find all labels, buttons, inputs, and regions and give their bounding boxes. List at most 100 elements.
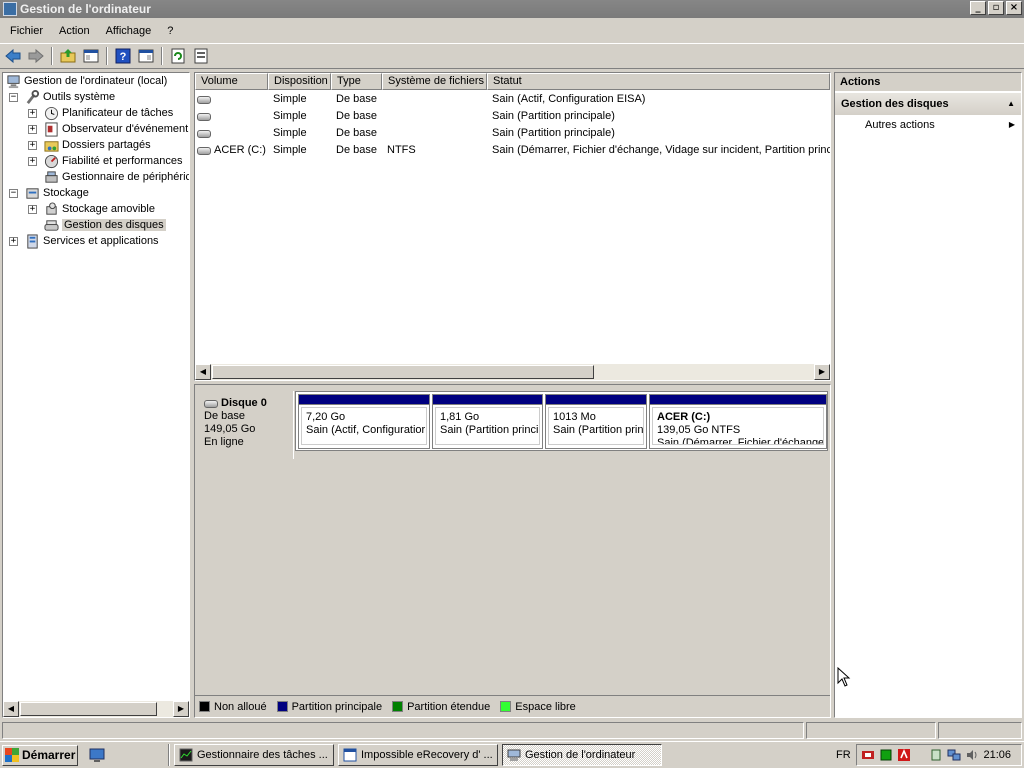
menu-view[interactable]: Affichage xyxy=(98,25,160,37)
tree-item-device-manager[interactable]: Gestionnaire de périphéric xyxy=(43,169,189,185)
expand-icon[interactable]: + xyxy=(28,108,37,118)
tree-item-reliability[interactable]: + Fiabilité et performances xyxy=(28,153,182,169)
toolbar-separator xyxy=(51,47,53,65)
close-button[interactable]: × xyxy=(1006,1,1022,15)
more-actions-label: Autres actions xyxy=(865,119,935,131)
console-tree[interactable]: Gestion de l'ordinateur (local) − Outils… xyxy=(2,72,190,718)
more-actions-item[interactable]: Autres actions ▶ xyxy=(835,115,1021,135)
status-panel xyxy=(2,722,804,739)
network-icon[interactable] xyxy=(947,748,961,762)
volume-row[interactable]: Simple De base Sain (Partition principal… xyxy=(195,108,830,125)
volume-list-scrollbar[interactable]: ◀ ▶ xyxy=(195,364,830,380)
volume-row[interactable]: Simple De base Sain (Actif, Configuratio… xyxy=(195,91,830,108)
legend-label: Partition étendue xyxy=(407,700,491,713)
volume-cell xyxy=(195,91,268,108)
disk-info-card[interactable]: Disque 0 De base 149,05 Go En ligne xyxy=(198,391,294,459)
event-log-icon xyxy=(43,121,59,137)
safely-remove-hardware-icon[interactable] xyxy=(929,748,943,762)
help-icon[interactable]: ? xyxy=(113,46,133,66)
tree-item-removable-storage[interactable]: + Stockage amovible xyxy=(28,201,155,217)
start-button[interactable]: Démarrer xyxy=(2,744,78,766)
volume-speaker-icon[interactable] xyxy=(965,748,979,762)
services-icon xyxy=(24,233,40,249)
export-icon[interactable] xyxy=(191,46,211,66)
tree-root[interactable]: Gestion de l'ordinateur (local) xyxy=(5,73,167,89)
partition-legend: Non alloué Partition principale Partitio… xyxy=(195,695,830,717)
clock-icon xyxy=(43,105,59,121)
expand-icon[interactable]: + xyxy=(28,140,37,150)
tree-item-storage[interactable]: − Stockage xyxy=(9,185,89,201)
legend-swatch xyxy=(199,701,210,712)
partition-block[interactable]: ACER (C:) 139,05 Go NTFS Sain (Démarrer,… xyxy=(649,394,827,449)
show-hide-tree-icon[interactable] xyxy=(81,46,101,66)
tree-label: Dossiers partagés xyxy=(62,139,151,151)
refresh-icon[interactable] xyxy=(168,46,188,66)
column-volume[interactable]: Volume xyxy=(195,73,268,90)
tree-item-services[interactable]: + Services et applications xyxy=(9,233,159,249)
column-status[interactable]: Statut xyxy=(487,73,830,90)
volume-row[interactable]: Simple De base Sain (Partition principal… xyxy=(195,125,830,142)
antivirus-icon[interactable] xyxy=(897,748,911,762)
column-filesystem[interactable]: Système de fichiers xyxy=(382,73,487,90)
toolbar: ? xyxy=(0,43,1024,69)
forward-arrow-icon[interactable] xyxy=(26,46,46,66)
green-status-icon[interactable] xyxy=(879,748,893,762)
computer-management-icon xyxy=(507,748,521,762)
expand-icon[interactable]: + xyxy=(28,204,37,214)
menu-file[interactable]: Fichier xyxy=(2,25,51,37)
tree-horizontal-scrollbar[interactable]: ◀ ▶ xyxy=(3,701,189,717)
legend-swatch xyxy=(500,701,512,712)
volume-list-header: Volume Disposition Type Système de fichi… xyxy=(195,73,830,90)
toolbar-separator xyxy=(161,47,163,65)
toolbar-separator xyxy=(106,47,108,65)
taskbar: Démarrer Gestionnaire des tâches ... Imp… xyxy=(0,741,1024,768)
network-alert-icon[interactable] xyxy=(861,748,875,762)
legend-label: Non alloué xyxy=(214,700,267,713)
scroll-right-icon[interactable]: ▶ xyxy=(173,701,189,717)
collapse-icon[interactable]: − xyxy=(9,188,18,198)
taskbar-item-task-manager[interactable]: Gestionnaire des tâches ... xyxy=(174,744,334,766)
menu-action[interactable]: Action xyxy=(51,25,98,37)
up-folder-icon[interactable] xyxy=(58,46,78,66)
menu-help[interactable]: ? xyxy=(159,25,181,37)
scroll-left-icon[interactable]: ◀ xyxy=(3,701,19,717)
volume-row[interactable]: ACER (C:) Simple De base NTFS Sain (Déma… xyxy=(195,142,830,159)
scroll-thumb[interactable] xyxy=(212,365,594,379)
language-indicator[interactable]: FR xyxy=(836,749,851,761)
column-layout[interactable]: Disposition xyxy=(268,73,331,90)
expand-icon[interactable]: + xyxy=(9,236,18,246)
collapse-icon[interactable]: − xyxy=(9,92,18,102)
tree-item-event-viewer[interactable]: + Observateur d'événement xyxy=(28,121,188,137)
task-label: Gestionnaire des tâches ... xyxy=(197,749,328,761)
title-bar[interactable]: Gestion de l'ordinateur _ ▫ × xyxy=(0,0,1024,18)
tree-item-disk-management[interactable]: Gestion des disques xyxy=(43,217,166,233)
show-desktop-icon[interactable] xyxy=(86,744,108,766)
scroll-right-icon[interactable]: ▶ xyxy=(814,364,830,380)
back-arrow-icon[interactable] xyxy=(3,46,23,66)
column-type[interactable]: Type xyxy=(331,73,382,90)
status-panel xyxy=(806,722,936,739)
volume-list[interactable]: Volume Disposition Type Système de fichi… xyxy=(194,72,831,381)
clock[interactable]: 21:06 xyxy=(983,749,1011,761)
tree-item-task-scheduler[interactable]: + Planificateur de tâches xyxy=(28,105,173,121)
partition-block[interactable]: 1013 Mo Sain (Partition prin xyxy=(545,394,647,449)
window-controls: _ ▫ × xyxy=(970,1,1022,15)
tree-item-system-tools[interactable]: − Outils système xyxy=(9,89,115,105)
tree-item-shared-folders[interactable]: + Dossiers partagés xyxy=(28,137,151,153)
properties-icon[interactable] xyxy=(136,46,156,66)
expand-icon[interactable]: + xyxy=(28,124,37,134)
minimize-button[interactable]: _ xyxy=(970,1,986,15)
partition-block[interactable]: 1,81 Go Sain (Partition princip xyxy=(432,394,543,449)
scroll-left-icon[interactable]: ◀ xyxy=(195,364,211,380)
device-manager-icon xyxy=(43,169,59,185)
partition-color-bar xyxy=(299,395,429,405)
collapse-up-icon[interactable]: ▲ xyxy=(1007,93,1015,115)
scroll-thumb[interactable] xyxy=(20,702,157,716)
taskbar-item-erecovery[interactable]: Impossible eRecovery d' ... xyxy=(338,744,498,766)
maximize-button[interactable]: ▫ xyxy=(988,1,1004,15)
partition-status: Sain (Démarrer, Fichier d'échange, xyxy=(657,437,824,445)
expand-icon[interactable]: + xyxy=(28,156,37,166)
taskbar-item-computer-management[interactable]: Gestion de l'ordinateur xyxy=(502,744,662,766)
actions-section-disk-management[interactable]: Gestion des disques ▲ xyxy=(835,93,1021,115)
partition-block[interactable]: 7,20 Go Sain (Actif, Configuratior xyxy=(298,394,430,449)
